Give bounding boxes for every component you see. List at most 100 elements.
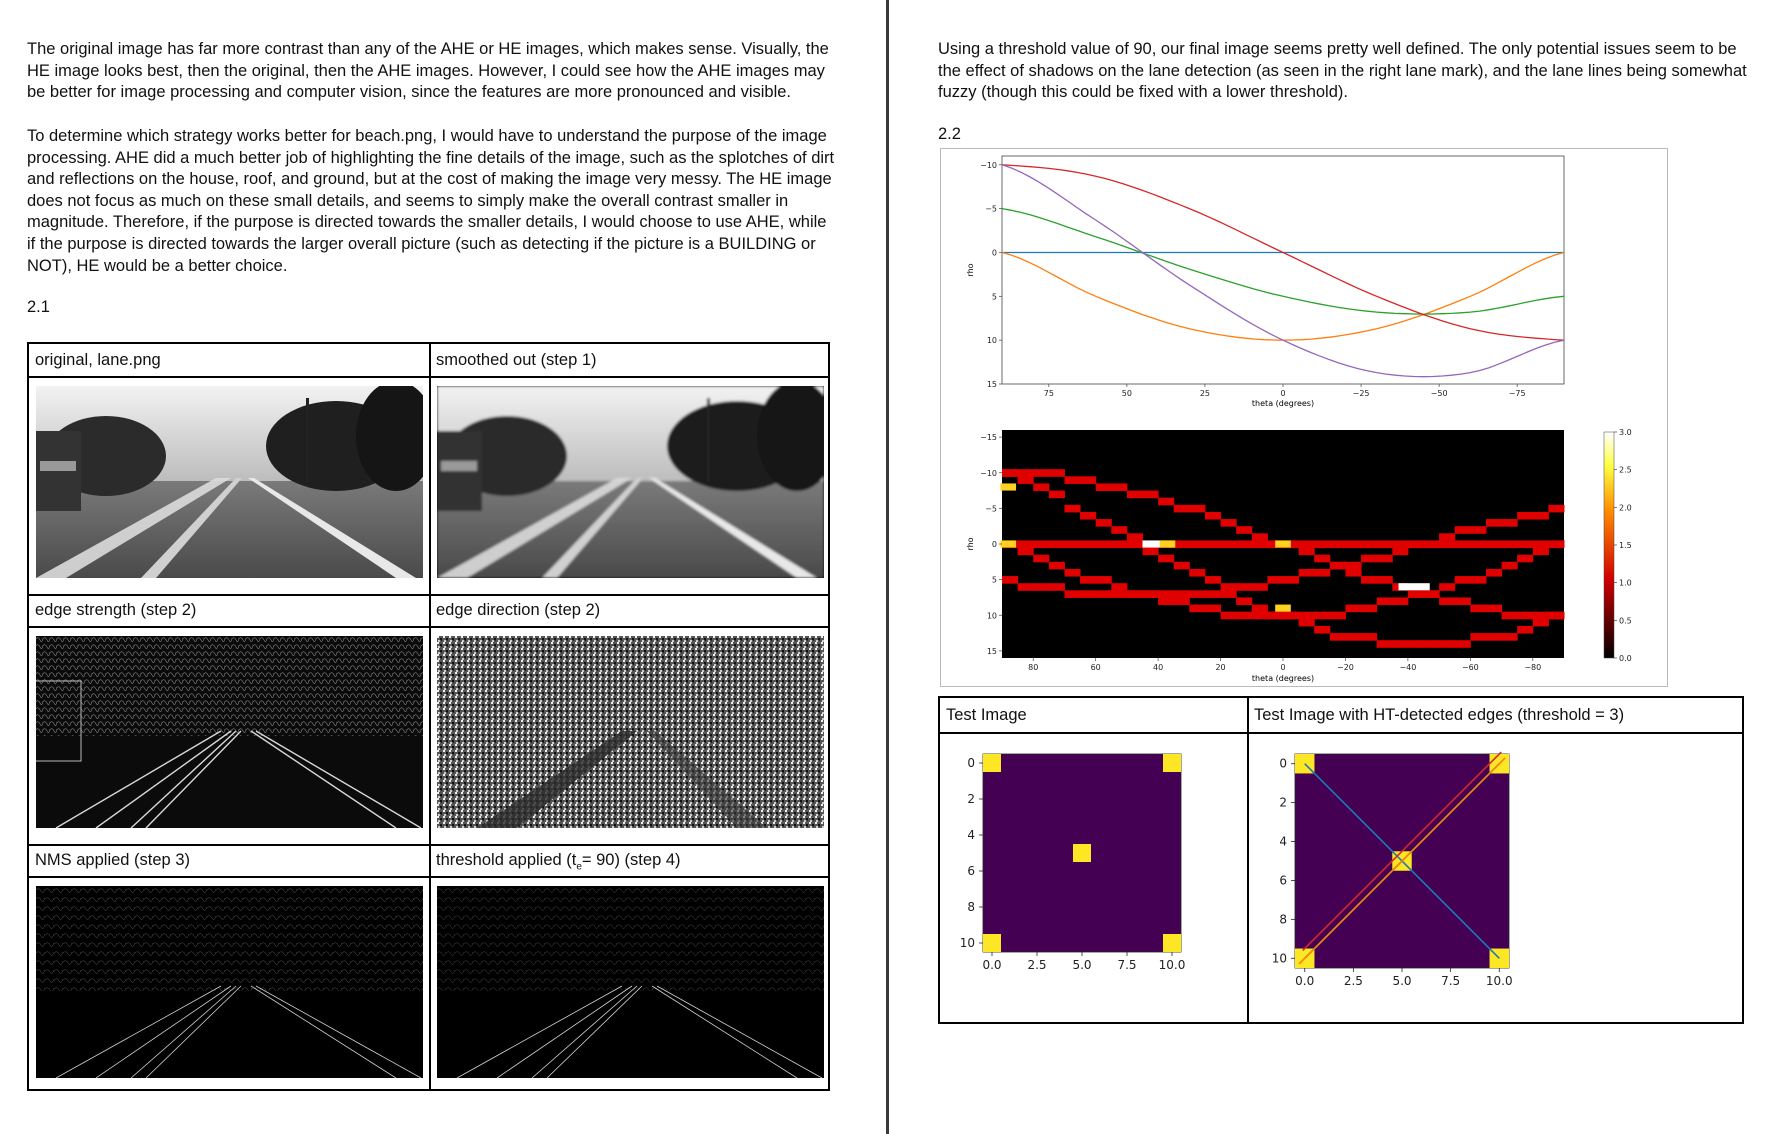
test-image-ytick-label: 6 — [967, 864, 975, 878]
heatmap-cell — [1407, 540, 1424, 549]
heatmap-cell — [1439, 540, 1456, 549]
heatmap-cell — [1329, 561, 1346, 570]
edge-strength-image — [36, 636, 423, 828]
heatmap-cell — [1236, 611, 1253, 620]
heatmap-cell — [1423, 590, 1440, 598]
heatmap-cell — [1439, 533, 1456, 541]
heatmap-cell — [1392, 640, 1409, 648]
heatmap-cell — [1532, 547, 1549, 556]
heatmap-cell — [1251, 604, 1268, 613]
section-heading-2-2: 2.2 — [938, 125, 961, 143]
hough-accumulator-heatmap: 80 60 40 20 0 −20 −40 −60 −80 −15 −10 −5 0 5 10 15 the… — [966, 428, 1632, 683]
line-chart-xtick-label: −50 — [1431, 389, 1448, 398]
heatmap-cell — [1298, 540, 1315, 549]
test-image-ytick-label: 8 — [1279, 912, 1287, 926]
colorbar-tick-label: 1.5 — [1619, 541, 1632, 550]
heatmap-cell — [1220, 611, 1237, 620]
heatmap-cell — [1517, 511, 1534, 520]
original-lane-image — [36, 386, 423, 578]
heatmap-cell — [1361, 604, 1378, 613]
heatmap-cell — [1314, 568, 1331, 577]
heatmap-xtick-label: −40 — [1399, 663, 1416, 672]
heatmap-cell — [1033, 469, 1050, 477]
heatmap-ylabel: rho — [966, 537, 975, 550]
line-chart-ytick-label: 15 — [987, 380, 997, 389]
heatmap-ytick-label: 15 — [987, 647, 997, 656]
heatmap-cell — [1251, 533, 1268, 541]
test-image-bright-pixel — [1163, 934, 1181, 952]
heatmap-cell — [1439, 597, 1456, 606]
test-image-xtick-label: 5.0 — [1392, 974, 1411, 988]
heatmap-cell — [1126, 490, 1143, 499]
heatmap-cell — [1283, 611, 1300, 620]
heatmap-cell — [1532, 540, 1549, 549]
heatmap-cell — [1485, 540, 1503, 549]
colorbar-tick-label: 3.0 — [1619, 428, 1632, 437]
heatmap-cell — [1345, 561, 1362, 570]
heatmap-cell — [1189, 604, 1206, 613]
heatmap-cell — [1158, 554, 1175, 563]
heatmap-cell — [1407, 640, 1424, 648]
heatmap-cell — [1080, 511, 1097, 520]
heatmap-cell — [1064, 540, 1081, 549]
heatmap-cell — [1454, 540, 1471, 549]
test-image-xtick-label: 0.0 — [982, 958, 1001, 972]
test-image-xtick-label: 10.0 — [1486, 974, 1513, 988]
heatmap-cell — [1048, 583, 1065, 591]
heatmap-cell — [1095, 590, 1112, 598]
heatmap-cell — [1251, 611, 1268, 620]
heatmap-cell — [1423, 640, 1440, 648]
table-column-divider — [1247, 698, 1249, 1022]
heatmap-cell — [1329, 611, 1346, 620]
smoothed-lane-image — [437, 386, 824, 578]
heatmap-cell — [1470, 540, 1487, 549]
heatmap-cell — [1501, 561, 1518, 570]
line-chart-xtick-label: −75 — [1509, 389, 1526, 398]
heatmap-cell — [1345, 604, 1362, 613]
test-image-ytick-label: 8 — [967, 900, 975, 914]
label-nms: NMS applied (step 3) — [35, 851, 190, 869]
heatmap-cell — [1048, 490, 1065, 499]
heatmap-cell — [1548, 504, 1565, 513]
test-image-xtick-label: 2.5 — [1344, 974, 1363, 988]
heatmap-cell — [1345, 540, 1362, 549]
grid-row-divider — [29, 594, 828, 596]
heatmap-cell — [1204, 576, 1222, 584]
heatmap-cell — [1220, 519, 1237, 527]
heatmap-cell — [1111, 540, 1128, 549]
line-chart-xtick-label: −25 — [1353, 389, 1370, 398]
test-image-xtick-label: 10.0 — [1159, 958, 1185, 972]
heatmap-high-cell — [1275, 604, 1291, 612]
test-image-ytick-label: 6 — [1279, 873, 1287, 887]
test-image-ytick-label: 4 — [967, 828, 975, 842]
test-image-ytick-label: 2 — [967, 792, 975, 806]
line-chart-ytick-label: −5 — [985, 205, 997, 214]
heatmap-cell — [1454, 576, 1471, 584]
heatmap-cell — [1517, 625, 1534, 634]
test-image-bright-pixel — [1073, 844, 1091, 862]
line-chart-ytick-label: 0 — [992, 248, 997, 257]
heatmap-cell — [1501, 540, 1518, 549]
label-smoothed: smoothed out (step 1) — [436, 351, 597, 369]
heatmap-cell — [1204, 590, 1222, 598]
line-chart-xtick-label: 50 — [1122, 389, 1132, 398]
test-image-ytick-label: 0 — [967, 756, 975, 770]
heatmap-cell — [1407, 590, 1424, 598]
heatmap-cell — [1298, 568, 1315, 577]
heatmap-cell — [1033, 554, 1050, 563]
colorbar-tick-label: 2.0 — [1619, 503, 1632, 512]
test-image-xtick-label: 0.0 — [1295, 974, 1314, 988]
heatmap-cell — [1220, 540, 1237, 549]
grid-row-divider — [29, 844, 828, 846]
test-image-plot: 0.0 2.5 5.0 7.5 10.0 0 2 4 6 8 10 — [960, 753, 1185, 972]
heatmap-cell — [1158, 597, 1175, 606]
heatmap-cell — [1298, 547, 1315, 556]
heatmap-cell — [1017, 583, 1034, 591]
heatmap-cell — [1392, 597, 1409, 606]
heatmap-cell — [1080, 476, 1097, 484]
heatmap-cell — [1376, 540, 1393, 549]
heatmap-cell — [1345, 568, 1362, 577]
heatmap-cell — [1080, 576, 1097, 584]
heatmap-cell — [1064, 504, 1081, 513]
heatmap-cell — [1501, 611, 1518, 620]
